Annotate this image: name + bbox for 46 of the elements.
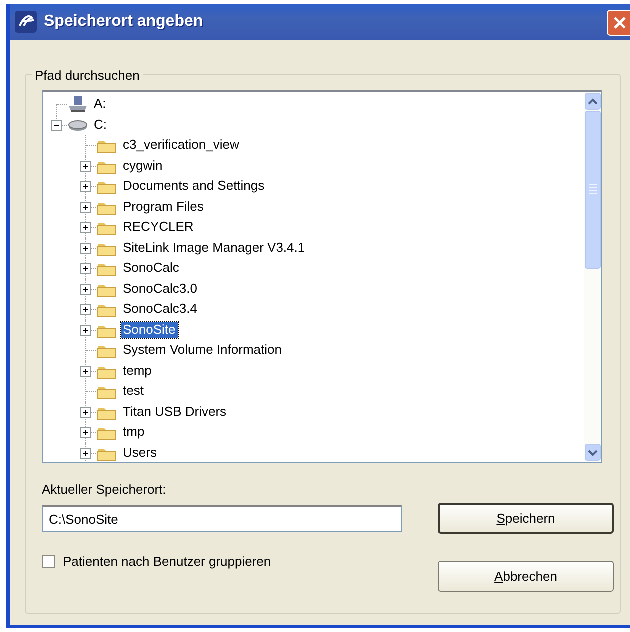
tree-item[interactable]: cygwin <box>121 158 165 174</box>
expand-toggle[interactable] <box>80 263 91 274</box>
window-title: Speicherort angeben <box>44 12 204 32</box>
checkbox[interactable] <box>42 555 55 568</box>
expand-toggle[interactable] <box>80 427 91 438</box>
floppy-drive-icon <box>67 95 89 114</box>
tree-item[interactable]: c3_verification_view <box>121 137 242 154</box>
expand-toggle[interactable] <box>80 242 91 254</box>
scroll-up-button[interactable] <box>585 93 601 110</box>
expand-toggle[interactable] <box>80 181 91 192</box>
tree-item[interactable]: temp <box>121 362 154 379</box>
tree-item[interactable]: Titan USB Drivers <box>121 404 229 420</box>
expand-toggle[interactable] <box>80 222 91 233</box>
tree-item[interactable]: Documents and Settings <box>121 178 267 194</box>
tree-item[interactable]: SonoCalc <box>121 260 182 276</box>
expand-toggle[interactable] <box>80 366 91 376</box>
cancel-button[interactable]: Abbrechen <box>438 561 614 592</box>
app-icon <box>14 10 38 34</box>
expand-toggle[interactable] <box>80 160 91 172</box>
location-field[interactable]: C:\SonoSite <box>42 505 402 532</box>
close-button[interactable] <box>607 10 630 36</box>
expand-toggle[interactable] <box>80 304 91 315</box>
tree-item[interactable]: SiteLink Image Manager V3.4.1 <box>121 240 308 256</box>
scroll-thumb[interactable] <box>585 111 601 269</box>
expand-toggle[interactable] <box>80 284 91 294</box>
tree-item[interactable]: C: <box>92 116 109 133</box>
tree-item[interactable]: Users <box>121 444 159 461</box>
expand-toggle[interactable] <box>80 406 91 418</box>
expand-toggle[interactable] <box>80 202 91 212</box>
expand-toggle[interactable] <box>80 324 91 336</box>
checkbox-label: Patienten nach Benutzer gruppieren <box>63 553 272 571</box>
tree-item[interactable]: RECYCLER <box>121 219 196 236</box>
save-button[interactable]: Speichern <box>438 503 614 534</box>
tree-item[interactable]: tmp <box>121 424 147 440</box>
tree-item[interactable]: SonoCalc3.0 <box>121 280 200 297</box>
tree-item[interactable]: test <box>121 383 146 400</box>
field-label: Aktueller Speicherort: <box>42 481 166 499</box>
collapse-toggle[interactable] <box>51 120 62 130</box>
expand-toggle[interactable] <box>80 448 91 458</box>
tree-item[interactable]: A: <box>92 96 108 112</box>
tree-item[interactable]: System Volume Information <box>121 342 284 358</box>
scroll-down-button[interactable] <box>585 444 601 461</box>
tree-item[interactable]: SonoCalc3.4 <box>121 301 200 318</box>
scrollbar[interactable] <box>584 92 601 462</box>
tree-item[interactable]: Program Files <box>121 198 206 215</box>
tree-item[interactable]: SonoSite <box>121 322 178 338</box>
